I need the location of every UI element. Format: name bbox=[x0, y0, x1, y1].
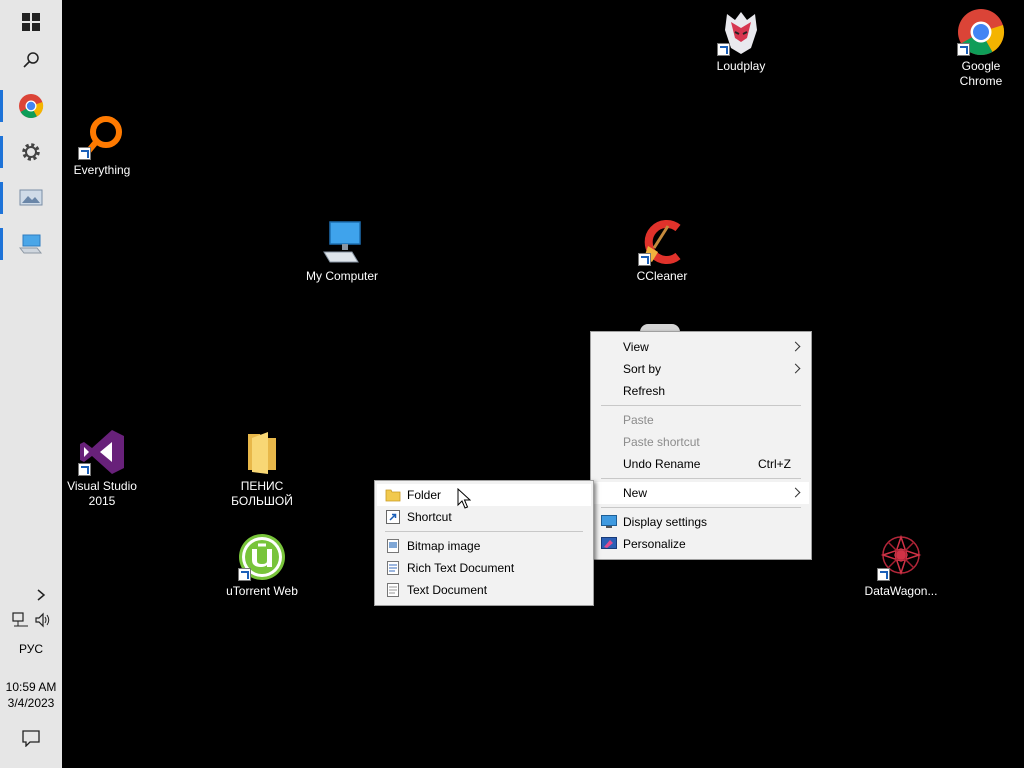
photos-icon bbox=[19, 189, 43, 206]
clock-time: 10:59 AM bbox=[5, 680, 57, 694]
submenu-item-shortcut[interactable]: Shortcut bbox=[377, 506, 591, 528]
folder-icon bbox=[385, 489, 401, 502]
notification-icon bbox=[22, 730, 40, 748]
display-icon bbox=[601, 515, 617, 528]
search-icon bbox=[23, 52, 39, 68]
menu-separator bbox=[385, 531, 583, 532]
desktop-icon-utorrent-web[interactable]: uTorrent Web bbox=[217, 533, 307, 599]
shortcut-arrow-icon bbox=[717, 43, 730, 56]
menu-item-label: Shortcut bbox=[407, 510, 452, 524]
desktop-icon-visual-studio[interactable]: Visual Studio 2015 bbox=[57, 428, 147, 509]
my-computer-icon bbox=[19, 234, 43, 254]
menu-item-shortcut: Ctrl+Z bbox=[758, 457, 791, 471]
menu-separator bbox=[601, 405, 801, 406]
taskbar-computer-button[interactable] bbox=[0, 222, 62, 266]
menu-item-undo-rename[interactable]: Undo Rename Ctrl+Z bbox=[593, 453, 809, 475]
shortcut-arrow-icon bbox=[78, 147, 91, 160]
chevron-right-icon bbox=[37, 589, 46, 601]
bitmap-icon bbox=[387, 539, 399, 553]
settings-icon bbox=[22, 143, 40, 161]
network-icon bbox=[12, 612, 28, 627]
desktop-icon-google-chrome[interactable]: Google Chrome bbox=[936, 8, 1024, 89]
shortcut-icon bbox=[386, 510, 400, 524]
desktop-icon-label: Visual Studio 2015 bbox=[67, 479, 137, 508]
action-center-button[interactable] bbox=[22, 730, 40, 750]
submenu-item-rich-text-document[interactable]: Rich Text Document bbox=[377, 557, 591, 579]
menu-item-label: Text Document bbox=[407, 583, 488, 597]
menu-item-label: Display settings bbox=[623, 515, 708, 529]
menu-item-paste[interactable]: Paste bbox=[593, 409, 809, 431]
volume-tray-button[interactable] bbox=[34, 612, 52, 631]
desktop-icon-loudplay[interactable]: Loudplay bbox=[696, 8, 786, 74]
input-language-indicator[interactable]: РУС bbox=[0, 642, 62, 656]
desktop-icon-my-computer[interactable]: My Computer bbox=[297, 218, 387, 284]
menu-item-new[interactable]: New bbox=[593, 482, 809, 504]
menu-separator bbox=[601, 478, 801, 479]
desktop-icon-label: Loudplay bbox=[716, 59, 766, 73]
menu-item-label: Rich Text Document bbox=[407, 561, 515, 575]
menu-separator bbox=[601, 507, 801, 508]
taskbar: РУС 10:59 AM 3/4/2023 bbox=[0, 0, 62, 768]
desktop-icon-label: uTorrent Web bbox=[226, 584, 298, 598]
chevron-right-icon bbox=[790, 363, 801, 374]
shortcut-arrow-icon bbox=[877, 568, 890, 581]
desktop-icon-label: CCleaner bbox=[636, 269, 688, 283]
taskbar-photos-button[interactable] bbox=[0, 176, 62, 220]
menu-item-label: View bbox=[623, 340, 649, 354]
shortcut-arrow-icon bbox=[238, 568, 251, 581]
mouse-cursor-icon bbox=[457, 488, 471, 509]
chrome-icon bbox=[19, 94, 44, 119]
menu-item-view[interactable]: View bbox=[593, 336, 809, 358]
menu-item-label: Undo Rename bbox=[623, 457, 701, 471]
menu-item-label: New bbox=[623, 486, 648, 500]
menu-item-label: Folder bbox=[407, 488, 442, 502]
menu-item-label: Bitmap image bbox=[407, 539, 481, 553]
shortcut-arrow-icon bbox=[957, 43, 970, 56]
folder-icon bbox=[248, 432, 276, 474]
desktop-icon-ccleaner[interactable]: CCleaner bbox=[617, 218, 707, 284]
taskbar-settings-button[interactable] bbox=[0, 130, 62, 174]
text-document-icon bbox=[387, 583, 399, 597]
menu-item-label: Refresh bbox=[623, 384, 666, 398]
desktop-icon-label: My Computer bbox=[305, 269, 379, 283]
desktop-context-menu: View Sort by Refresh Paste Paste shortcu… bbox=[590, 331, 812, 560]
menu-item-label: Personalize bbox=[623, 537, 686, 551]
shortcut-arrow-icon bbox=[638, 253, 651, 266]
clock[interactable]: 10:59 AM 3/4/2023 bbox=[0, 680, 62, 710]
show-hidden-icons-button[interactable] bbox=[36, 588, 46, 605]
menu-item-display-settings[interactable]: Display settings bbox=[593, 511, 809, 533]
submenu-item-text-document[interactable]: Text Document bbox=[377, 579, 591, 601]
clock-date: 3/4/2023 bbox=[7, 696, 55, 710]
menu-item-personalize[interactable]: Personalize bbox=[593, 533, 809, 555]
chevron-right-icon bbox=[790, 341, 801, 352]
menu-item-label: Sort by bbox=[623, 362, 662, 376]
desktop-icon-folder[interactable]: ПЕНИС БОЛЬШОЙ bbox=[217, 428, 307, 509]
search-button[interactable] bbox=[0, 38, 62, 82]
new-submenu: Folder Shortcut Bitmap image Rich Text D… bbox=[374, 480, 594, 606]
shortcut-arrow-icon bbox=[78, 463, 91, 476]
network-tray-button[interactable] bbox=[12, 612, 30, 631]
desktop-icon-label: Everything bbox=[73, 163, 131, 177]
taskbar-chrome-button[interactable] bbox=[0, 84, 62, 128]
menu-item-paste-shortcut[interactable]: Paste shortcut bbox=[593, 431, 809, 453]
submenu-item-folder[interactable]: Folder bbox=[377, 484, 591, 506]
menu-item-label: Paste shortcut bbox=[623, 435, 700, 449]
chevron-right-icon bbox=[790, 487, 801, 498]
rtf-icon bbox=[387, 561, 399, 575]
start-icon bbox=[22, 13, 40, 31]
menu-item-refresh[interactable]: Refresh bbox=[593, 380, 809, 402]
volume-icon bbox=[35, 612, 50, 628]
menu-item-label: Paste bbox=[623, 413, 654, 427]
desktop-icon-label: DataWagon... bbox=[864, 584, 938, 598]
desktop-icon-everything[interactable]: Everything bbox=[57, 112, 147, 178]
desktop-icon-label: Google Chrome bbox=[959, 59, 1003, 88]
desktop-icon-datawagon[interactable]: DataWagon... bbox=[856, 533, 946, 599]
personalize-icon bbox=[601, 537, 617, 549]
menu-item-sort-by[interactable]: Sort by bbox=[593, 358, 809, 380]
submenu-item-bitmap-image[interactable]: Bitmap image bbox=[377, 535, 591, 557]
desktop-icon-label: ПЕНИС БОЛЬШОЙ bbox=[231, 479, 293, 508]
computer-icon bbox=[323, 221, 361, 263]
